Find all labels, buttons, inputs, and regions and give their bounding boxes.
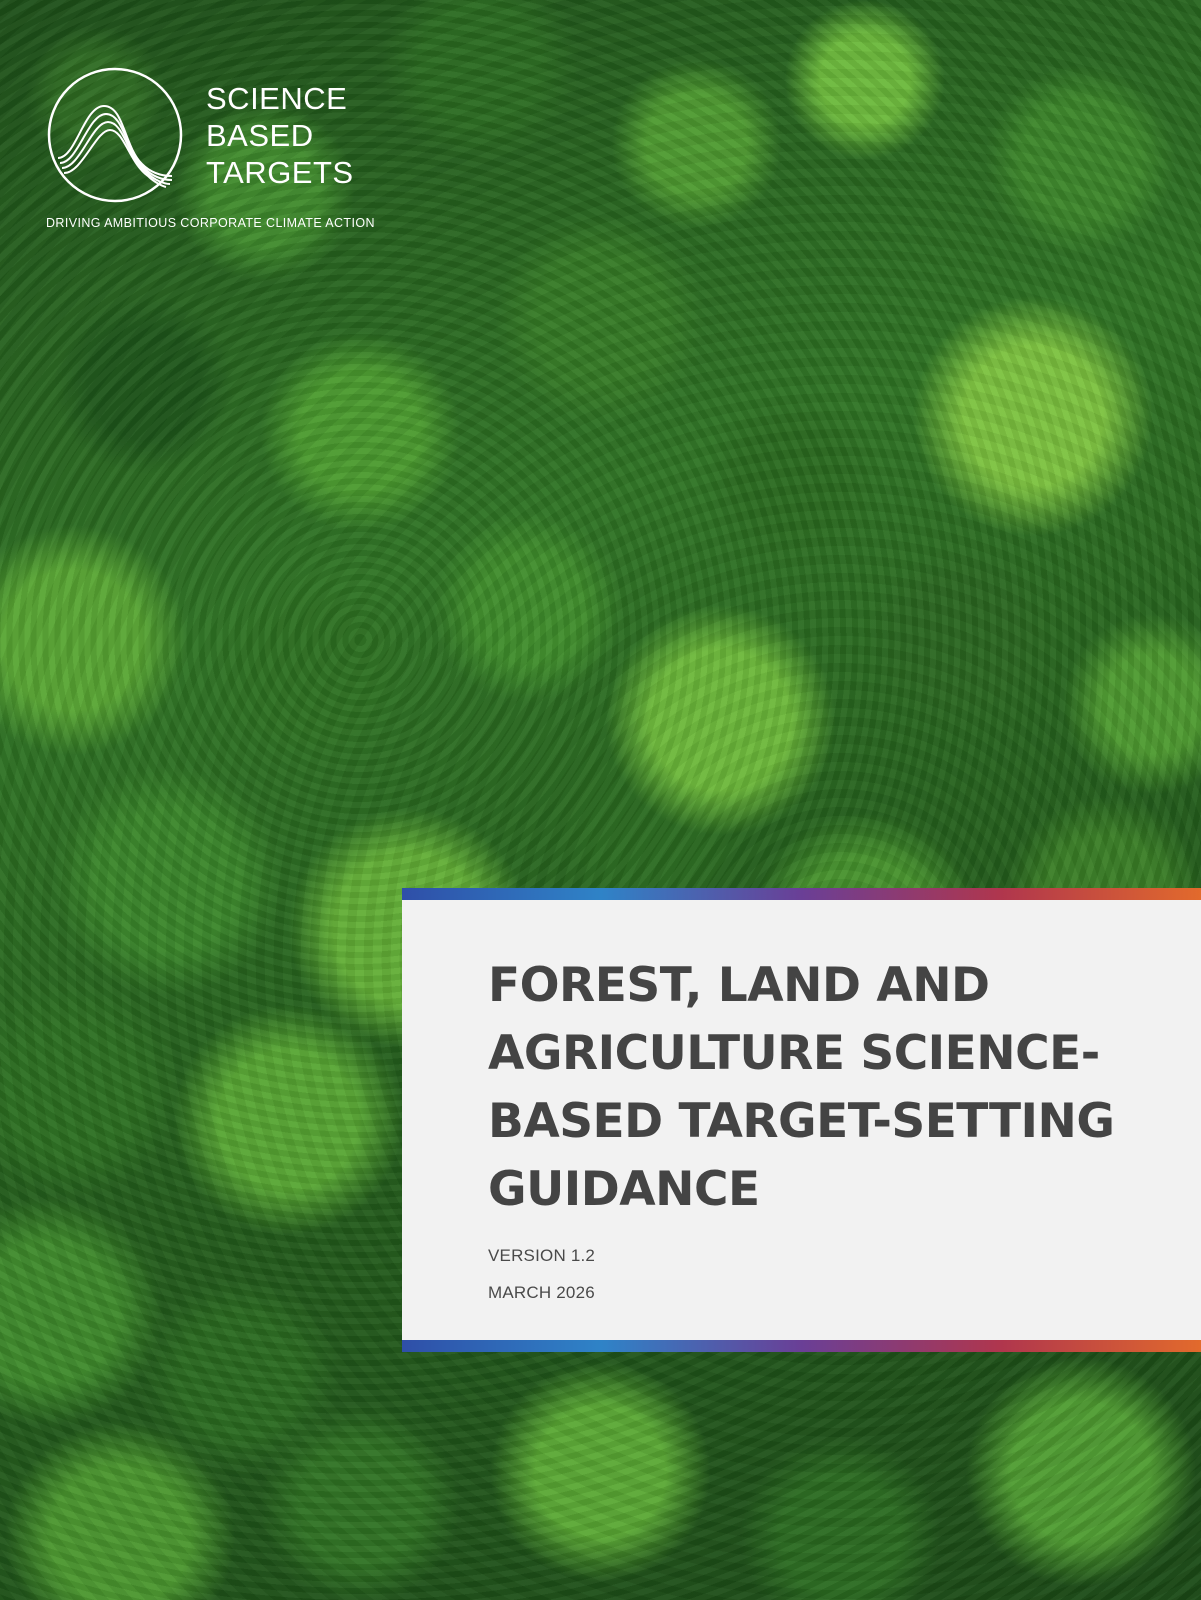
version-label: VERSION 1.2: [488, 1246, 596, 1265]
forest-canopy-background: [0, 0, 1201, 1600]
logo-word-based: BASED: [206, 118, 314, 153]
publication-date: MARCH 2026: [488, 1283, 595, 1302]
logo-tagline: DRIVING AMBITIOUS CORPORATE CLIMATE ACTI…: [46, 216, 375, 230]
title-card: FOREST, LAND AND AGRICULTURE SCIENCE- BA…: [402, 888, 1201, 1352]
sbti-logo: SCIENCE BASED TARGETS DRIVING AMBITIOUS …: [46, 66, 376, 236]
circle-wave-icon: [47, 67, 183, 203]
title-line: AGRICULTURE SCIENCE-: [488, 1026, 1100, 1081]
accent-bar-top: [402, 888, 1201, 900]
title-line: GUIDANCE: [488, 1162, 760, 1217]
title-line: FOREST, LAND AND: [488, 958, 990, 1013]
accent-bar-bottom: [402, 1340, 1201, 1352]
document-title: FOREST, LAND AND AGRICULTURE SCIENCE- BA…: [488, 952, 1168, 1224]
logo-wordmark: SCIENCE BASED TARGETS: [206, 80, 354, 191]
logo-word-targets: TARGETS: [206, 155, 354, 190]
logo-word-science: SCIENCE: [206, 81, 348, 116]
title-line: BASED TARGET-SETTING: [488, 1094, 1115, 1149]
